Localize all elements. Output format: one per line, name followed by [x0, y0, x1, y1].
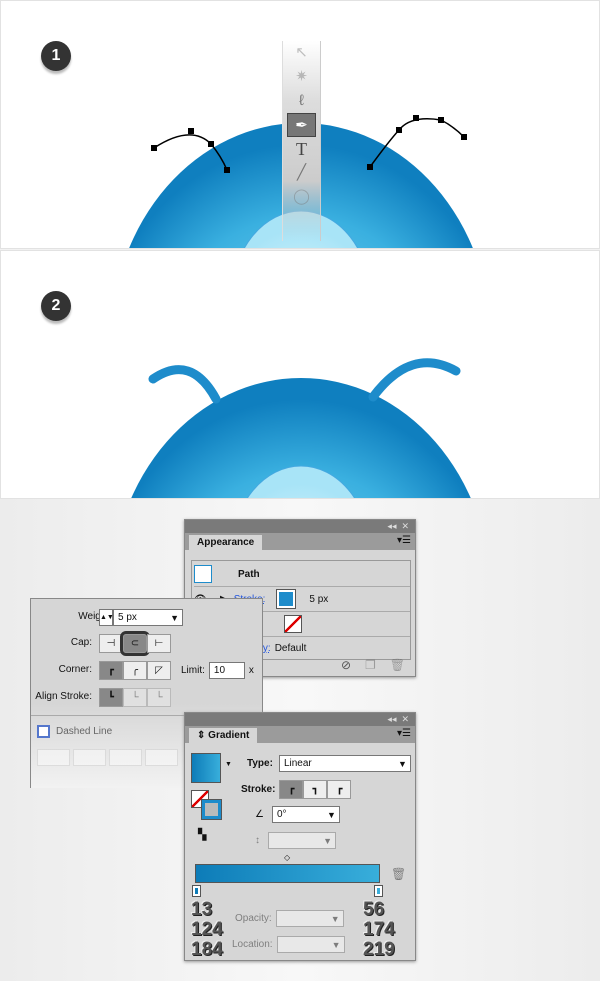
location-input[interactable]	[276, 936, 345, 953]
dash-gap-fields[interactable]	[37, 749, 178, 766]
limit-input[interactable]: 10	[208, 662, 245, 679]
dashed-line-label: Dashed Line	[56, 726, 113, 737]
aspect-ratio-icon: ↕	[255, 835, 260, 846]
step-badge: 1	[41, 41, 71, 71]
panel-controls[interactable]: ◂◂ ✕	[185, 520, 415, 533]
left-stop-red: 13	[191, 899, 213, 920]
tab-gradient[interactable]: ⇕ Gradient	[189, 728, 258, 743]
gradient-slider[interactable]	[195, 864, 380, 883]
swatch-dropdown-icon[interactable]: ▼	[225, 761, 232, 768]
panel-controls[interactable]: ◂◂ ✕	[185, 713, 415, 726]
reverse-gradient-icon[interactable]: ▚	[198, 828, 206, 841]
location-label: Location:	[232, 939, 273, 950]
step-2-canvas: 2	[0, 250, 600, 499]
opacity-value: Default	[274, 643, 307, 654]
angle-input[interactable]: 0°	[271, 806, 340, 823]
type-tool-icon[interactable]: T	[283, 137, 320, 161]
stroke-weight: 5 px	[309, 593, 329, 605]
midpoint-diamond[interactable]: ◇	[284, 853, 290, 862]
limit-unit: x	[248, 665, 254, 676]
align-outside-button[interactable]: └	[147, 688, 171, 707]
panel-menu-icon[interactable]: ▾☰	[397, 535, 411, 546]
gradient-stop-left[interactable]	[192, 885, 201, 897]
round-cap-button[interactable]: ⊂	[120, 631, 150, 656]
align-center-button[interactable]: ┗	[99, 688, 123, 707]
tab-appearance[interactable]: Appearance	[189, 535, 263, 550]
left-stop-rgb: 13 124 184	[191, 900, 223, 960]
step-1-canvas: 1 ↖ ✷ ℓ ✒ T ╱ ◯	[0, 0, 600, 249]
pen-tool-icon[interactable]: ✒	[287, 113, 316, 137]
stroke-type-label: Stroke:	[241, 784, 276, 795]
path-thumbnail	[194, 565, 212, 583]
gradient-along-stroke-button[interactable]: ┓	[303, 780, 328, 799]
left-stop-blue: 184	[191, 939, 223, 960]
gradient-stop-right[interactable]	[374, 885, 383, 897]
round-join-button[interactable]: ╭	[123, 661, 147, 680]
selection-tool-icon[interactable]: ↖	[283, 41, 320, 65]
opacity-input[interactable]	[275, 910, 344, 927]
blob-illustration	[131, 358, 471, 498]
right-stop-green: 174	[363, 919, 395, 940]
gradient-within-stroke-button[interactable]: ┏	[279, 780, 304, 799]
projecting-cap-button[interactable]: ⊢	[147, 634, 171, 653]
delete-stop-icon[interactable]: 🗑	[391, 867, 406, 881]
type-dropdown[interactable]: Linear	[278, 755, 411, 772]
right-antenna	[368, 358, 461, 402]
fill-none-swatch[interactable]	[284, 615, 302, 633]
right-stop-rgb: 56 174 219	[363, 900, 395, 960]
left-antenna	[148, 365, 221, 404]
align-inside-button[interactable]: └	[123, 688, 147, 707]
stroke-gradient-icon[interactable]	[201, 799, 222, 820]
right-stop-blue: 219	[363, 939, 395, 960]
ellipse-tool-icon[interactable]: ◯	[283, 185, 320, 209]
gradient-panel: ◂◂ ✕ ⇕ Gradient ▾☰ ▼ ▚ Type: Linear Stroke…	[184, 712, 416, 961]
path-label: Path	[238, 568, 260, 580]
aspect-ratio-input[interactable]	[268, 832, 336, 849]
gradient-preview-swatch[interactable]	[191, 753, 221, 783]
weight-stepper[interactable]: ▲▼	[99, 609, 114, 626]
gradient-title: Gradient	[208, 730, 250, 741]
opacity-label: Opacity:	[235, 913, 272, 924]
left-stop-green: 124	[191, 919, 223, 940]
corner-label: Corner:	[58, 664, 92, 675]
tools-panel: ↖ ✷ ℓ ✒ T ╱ ◯	[282, 41, 321, 241]
bevel-join-button[interactable]: ◸	[147, 661, 171, 680]
stroke-color-swatch[interactable]	[276, 589, 297, 609]
weight-input[interactable]: 5 px	[113, 609, 183, 626]
limit-label: Limit:	[181, 665, 205, 676]
clear-appearance-icon[interactable]: ⊘	[341, 658, 351, 672]
type-label: Type:	[247, 758, 273, 769]
step-badge: 2	[41, 291, 71, 321]
butt-cap-button[interactable]: ⊣	[99, 634, 123, 653]
lasso-tool-icon[interactable]: ℓ	[283, 89, 320, 113]
duplicate-item-icon[interactable]: ❐	[365, 658, 376, 672]
angle-icon: ∠	[255, 809, 264, 820]
align-stroke-label: Align Stroke:	[35, 691, 92, 702]
miter-join-button[interactable]: ┏	[99, 661, 123, 680]
right-stop-red: 56	[363, 899, 385, 920]
delete-icon[interactable]: 🗑	[390, 658, 405, 672]
dashed-line-checkbox[interactable]	[37, 725, 50, 738]
magic-wand-tool-icon[interactable]: ✷	[283, 65, 320, 89]
gradient-across-stroke-button[interactable]: ┏	[327, 780, 352, 799]
cap-label: Cap:	[70, 637, 92, 648]
panel-menu-icon[interactable]: ▾☰	[397, 728, 411, 739]
line-tool-icon[interactable]: ╱	[283, 161, 320, 185]
